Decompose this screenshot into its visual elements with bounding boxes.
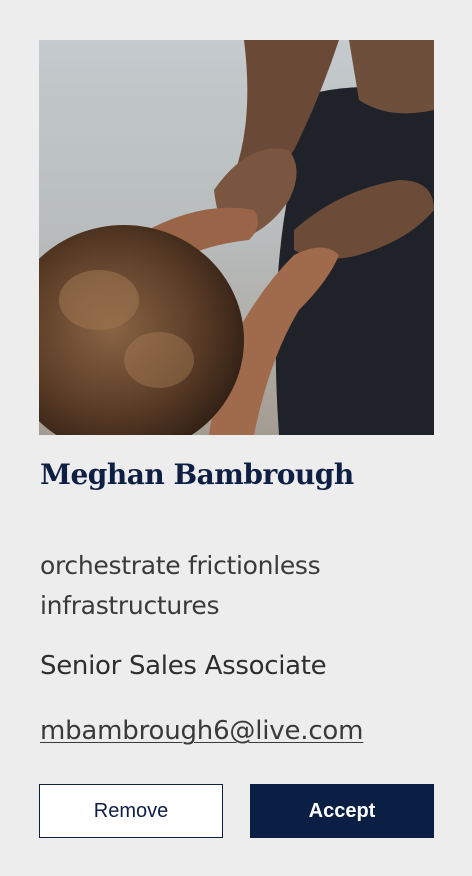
action-buttons: Remove Accept bbox=[39, 784, 434, 838]
profile-card: Meghan Bambrough orchestrate frictionles… bbox=[39, 40, 434, 748]
profile-tagline: orchestrate frictionless infrastructures bbox=[40, 551, 321, 620]
profile-photo bbox=[39, 40, 434, 435]
accept-button[interactable]: Accept bbox=[250, 784, 434, 838]
profile-name: Meghan Bambrough bbox=[40, 458, 354, 491]
email-link[interactable]: mbambrough6@live.com bbox=[40, 714, 363, 748]
profile-role: Senior Sales Associate bbox=[40, 651, 327, 681]
remove-button[interactable]: Remove bbox=[39, 784, 223, 838]
